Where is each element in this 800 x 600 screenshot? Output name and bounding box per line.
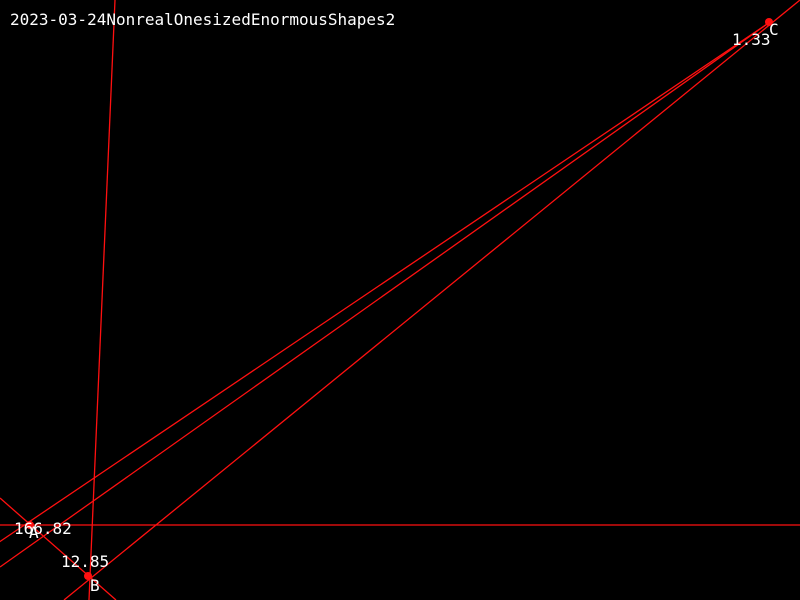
line-through-c-middle	[0, 21, 771, 568]
construction-lines	[0, 0, 800, 600]
point-b-label: B	[90, 576, 100, 595]
line-a-to-c	[0, 21, 771, 543]
point-c-value: 1.33	[732, 30, 771, 49]
line-b-to-c	[63, 0, 800, 600]
geometry-canvas: 2023-03-24NonrealOnesizedEnormousShapes2…	[0, 0, 800, 600]
point-b-value: 12.85	[61, 552, 109, 571]
point-a-label: A	[29, 523, 39, 542]
diagram-title: 2023-03-24NonrealOnesizedEnormousShapes2	[10, 10, 395, 29]
point-c-label: C	[769, 20, 779, 39]
near-vertical-line	[88, 0, 116, 600]
vertex-points	[26, 18, 773, 580]
point-a-value: 166.82	[14, 519, 72, 538]
